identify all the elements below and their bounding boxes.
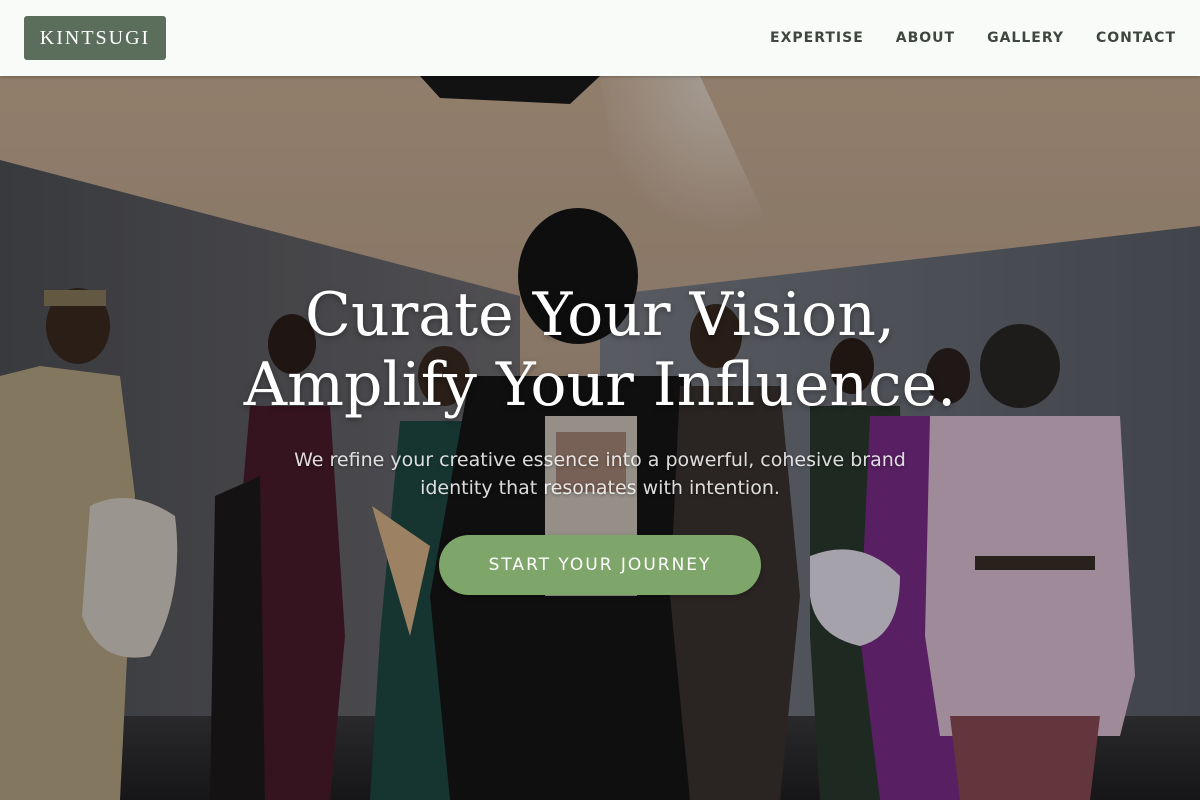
hero-headline-line-1: Curate Your Vision, [305,280,895,350]
hero-section: Curate Your Vision, Amplify Your Influen… [0,76,1200,800]
site-header: KINTSUGI EXPERTISE ABOUT GALLERY CONTACT [0,0,1200,76]
nav-link-contact[interactable]: CONTACT [1096,30,1176,46]
hero-headline-line-2: Amplify Your Influence. [243,350,957,420]
nav-link-about[interactable]: ABOUT [896,30,955,46]
hero-headline: Curate Your Vision, Amplify Your Influen… [100,280,1100,420]
hero-subtitle: We refine your creative essence into a p… [250,446,950,502]
hero-subtitle-line-1: We refine your creative essence into a p… [294,449,906,471]
nav-link-expertise[interactable]: EXPERTISE [770,30,864,46]
start-journey-button[interactable]: START YOUR JOURNEY [439,535,761,595]
main-nav: EXPERTISE ABOUT GALLERY CONTACT [770,0,1176,76]
logo[interactable]: KINTSUGI [24,16,166,60]
hero-content: Curate Your Vision, Amplify Your Influen… [0,76,1200,800]
nav-link-gallery[interactable]: GALLERY [987,30,1064,46]
hero-subtitle-line-2: identity that resonates with intention. [420,477,780,499]
